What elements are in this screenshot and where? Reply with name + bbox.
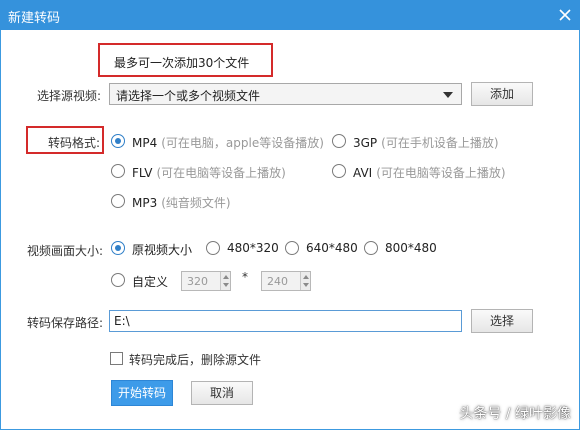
format-name-avi: AVI bbox=[353, 166, 373, 180]
format-note-flv: (可在电脑等设备上播放) bbox=[156, 166, 286, 180]
size-radio-original[interactable] bbox=[111, 241, 125, 255]
chevron-up-icon[interactable] bbox=[223, 275, 229, 279]
format-radio-flv[interactable] bbox=[111, 164, 125, 178]
video-size-label: 视频画面大小: bbox=[27, 244, 104, 258]
format-name-mp4: MP4 bbox=[132, 136, 158, 150]
window-title: 新建转码 bbox=[8, 11, 61, 26]
size-radio-640x480[interactable] bbox=[285, 241, 299, 255]
source-video-select-value: 请选择一个或多个视频文件 bbox=[116, 89, 261, 103]
source-video-label: 选择源视频: bbox=[37, 89, 102, 103]
file-limit-hint-text: 最多可一次添加30个文件 bbox=[114, 56, 250, 70]
close-button[interactable] bbox=[550, 0, 580, 30]
format-option-avi[interactable]: AVI (可在电脑等设备上播放) bbox=[353, 164, 506, 181]
format-radio-mp3[interactable] bbox=[111, 194, 125, 208]
custom-height-stepper[interactable]: 240 bbox=[261, 271, 311, 291]
chevron-up-icon[interactable] bbox=[303, 275, 309, 279]
format-note-avi: (可在电脑等设备上播放) bbox=[376, 166, 506, 180]
source-video-select[interactable]: 请选择一个或多个视频文件 bbox=[109, 83, 462, 105]
custom-size-separator: * bbox=[242, 270, 248, 284]
custom-width-value: 320 bbox=[187, 275, 208, 288]
format-option-flv[interactable]: FLV (可在电脑等设备上播放) bbox=[132, 164, 286, 181]
save-path-label: 转码保存路径: bbox=[27, 316, 104, 330]
start-transcode-button[interactable]: 开始转码 bbox=[111, 380, 173, 406]
add-button[interactable]: 添加 bbox=[471, 82, 533, 106]
format-option-3gp[interactable]: 3GP (可在手机设备上播放) bbox=[353, 134, 499, 151]
format-option-mp4[interactable]: MP4 (可在电脑，apple等设备播放) bbox=[132, 134, 324, 151]
size-option-640x480[interactable]: 640*480 bbox=[306, 241, 358, 255]
chevron-down-icon bbox=[443, 92, 453, 98]
dialog-body: 最多可一次添加30个文件 选择源视频: 请选择一个或多个视频文件 添加 转码格式… bbox=[1, 30, 579, 429]
custom-height-value: 240 bbox=[267, 275, 288, 288]
file-limit-hint: 最多可一次添加30个文件 bbox=[98, 43, 273, 77]
close-icon bbox=[559, 9, 571, 21]
save-path-input[interactable] bbox=[110, 311, 461, 331]
watermark: 头条号 / 绿叶影像 bbox=[459, 406, 571, 422]
size-option-original[interactable]: 原视频大小 bbox=[132, 241, 192, 258]
format-name-flv: FLV bbox=[132, 166, 153, 180]
format-radio-avi[interactable] bbox=[332, 164, 346, 178]
chevron-down-icon[interactable] bbox=[223, 283, 229, 287]
format-note-3gp: (可在手机设备上播放) bbox=[381, 136, 499, 150]
size-radio-800x480[interactable] bbox=[364, 241, 378, 255]
format-label-box: 转码格式: bbox=[26, 126, 104, 154]
chevron-down-icon[interactable] bbox=[303, 283, 309, 287]
size-radio-custom[interactable] bbox=[111, 273, 125, 287]
size-option-480x320[interactable]: 480*320 bbox=[227, 241, 279, 255]
size-option-800x480[interactable]: 800*480 bbox=[385, 241, 437, 255]
cancel-button[interactable]: 取消 bbox=[191, 381, 253, 405]
format-radio-mp4[interactable] bbox=[111, 134, 125, 148]
format-radio-3gp[interactable] bbox=[332, 134, 346, 148]
delete-source-checkbox[interactable] bbox=[110, 352, 123, 365]
format-note-mp3: (纯音频文件) bbox=[161, 196, 231, 210]
custom-height-arrows[interactable] bbox=[300, 272, 310, 290]
custom-width-stepper[interactable]: 320 bbox=[181, 271, 231, 291]
format-name-3gp: 3GP bbox=[353, 136, 378, 150]
new-transcode-dialog: 新建转码 最多可一次添加30个文件 选择源视频: 请选择一个或多个视频文件 添加… bbox=[0, 0, 580, 430]
format-option-mp3[interactable]: MP3 (纯音频文件) bbox=[132, 194, 231, 211]
format-label: 转码格式: bbox=[48, 136, 101, 150]
delete-source-label[interactable]: 转码完成后，删除源文件 bbox=[129, 351, 261, 368]
save-path-field[interactable] bbox=[109, 310, 462, 332]
browse-button[interactable]: 选择 bbox=[471, 309, 533, 333]
format-name-mp3: MP3 bbox=[132, 196, 158, 210]
format-note-mp4: (可在电脑，apple等设备播放) bbox=[161, 136, 324, 150]
title-bar[interactable]: 新建转码 bbox=[0, 0, 580, 30]
size-radio-480x320[interactable] bbox=[206, 241, 220, 255]
custom-width-arrows[interactable] bbox=[220, 272, 230, 290]
size-option-custom[interactable]: 自定义 bbox=[132, 273, 168, 290]
